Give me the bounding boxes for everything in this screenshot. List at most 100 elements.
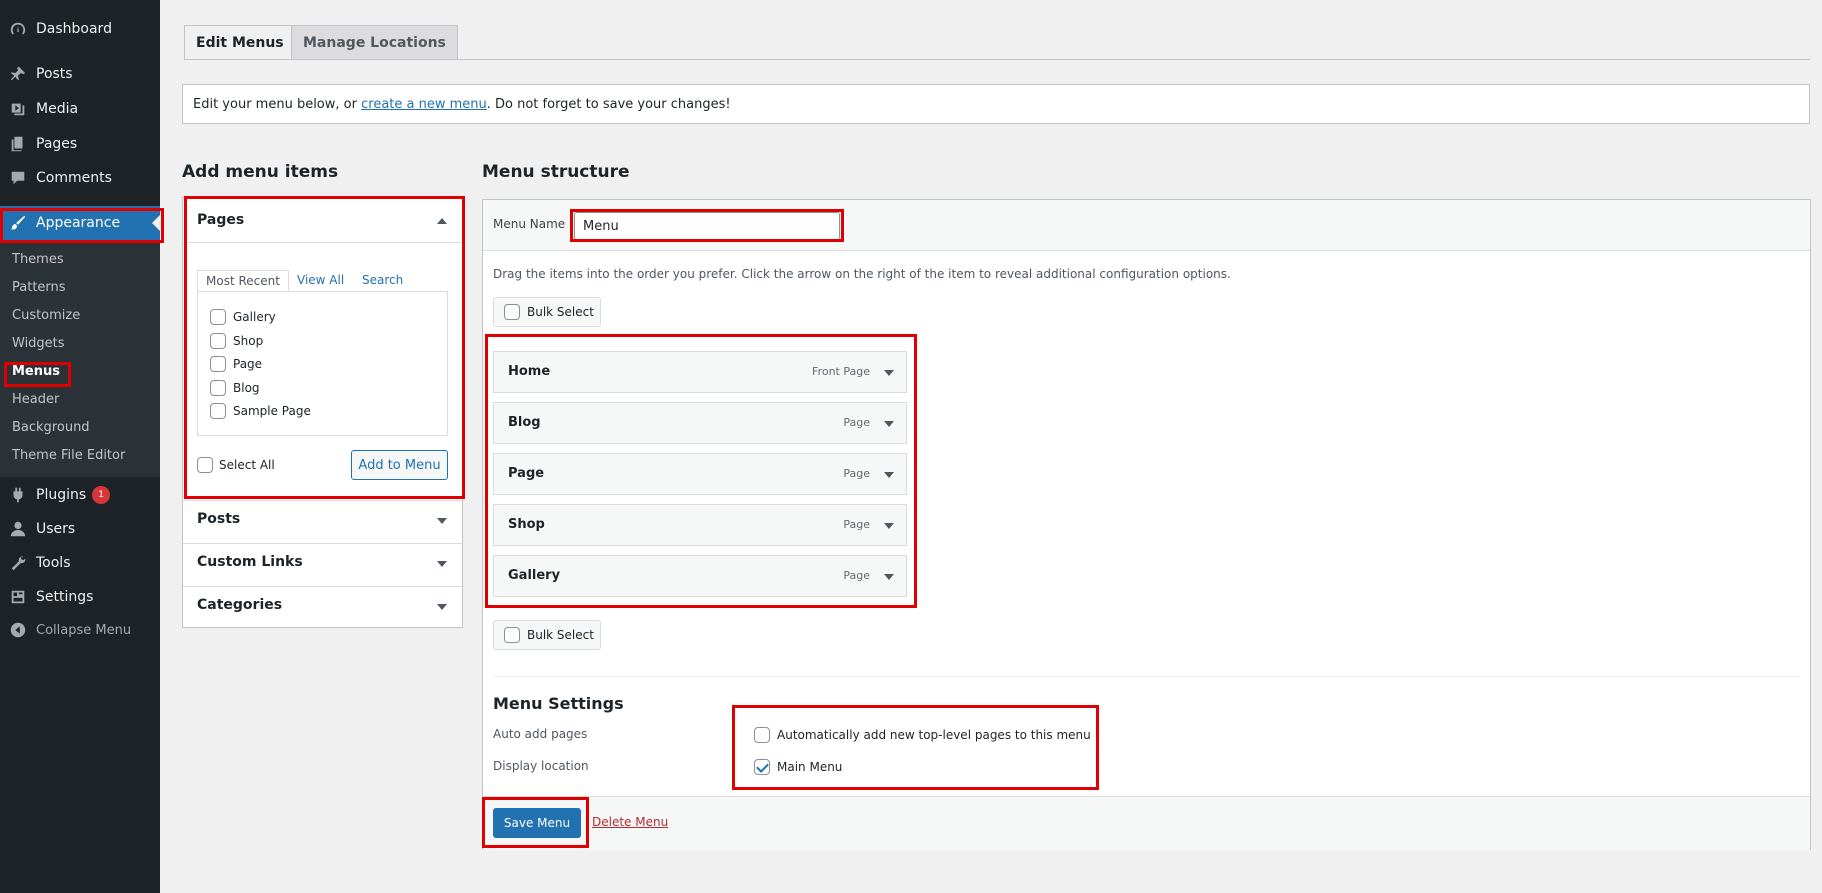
list-item: Blog — [233, 381, 260, 395]
media-icon — [9, 100, 27, 118]
create-new-menu-link[interactable]: create a new menu — [361, 97, 487, 112]
menu-name-label: Menu Name — [493, 217, 566, 231]
menu-item-title: Gallery — [508, 568, 561, 583]
tab-edit-menus[interactable]: Edit Menus — [184, 25, 296, 59]
submenu-item-menus[interactable]: Menus — [12, 360, 60, 384]
notice-text-after: . Do not forget to save your changes! — [486, 96, 731, 112]
select-all-checkbox[interactable] — [197, 457, 213, 473]
bulk-select-button-top[interactable]: Bulk Select — [493, 297, 601, 327]
sidebar-item-media[interactable]: Media — [0, 92, 160, 126]
menu-settings-heading: Menu Settings — [493, 694, 624, 713]
sidebar-item-label: Collapse Menu — [36, 622, 132, 638]
tab-view-all[interactable]: View All — [297, 273, 344, 287]
sidebar-item-label: Posts — [36, 66, 73, 82]
sidebar-item-label: Plugins — [36, 487, 87, 503]
auto-add-pages-checkbox[interactable] — [754, 727, 770, 743]
bulk-select-label: Bulk Select — [527, 305, 594, 319]
submenu-item-patterns[interactable]: Patterns — [12, 276, 66, 300]
menu-item-type: Page — [843, 467, 870, 480]
comment-icon — [9, 169, 27, 187]
sidebar-item-label: Tools — [36, 555, 71, 571]
menu-item-home[interactable]: Home Front Page — [493, 351, 907, 393]
save-menu-button[interactable]: Save Menu — [493, 808, 581, 838]
submenu-item-header[interactable]: Header — [12, 388, 59, 412]
pages-icon — [9, 135, 27, 153]
menu-item-title: Shop — [508, 517, 545, 532]
page-checkbox-shop[interactable] — [210, 333, 226, 349]
menu-item-shop[interactable]: Shop Page — [493, 504, 907, 546]
expand-arrow-icon[interactable] — [437, 604, 447, 610]
submenu-item-customize[interactable]: Customize — [12, 304, 80, 328]
bulk-select-checkbox[interactable] — [504, 304, 520, 320]
page-checkbox-blog[interactable] — [210, 380, 226, 396]
page-checkbox-gallery[interactable] — [210, 309, 226, 325]
expand-arrow-icon[interactable] — [884, 523, 894, 529]
expand-arrow-icon[interactable] — [884, 421, 894, 427]
submenu-item-theme-file-editor[interactable]: Theme File Editor — [12, 444, 125, 468]
page-checkbox-sample-page[interactable] — [210, 403, 226, 419]
submenu-item-widgets[interactable]: Widgets — [12, 332, 65, 356]
add-menu-items-heading: Add menu items — [182, 162, 339, 182]
dashboard-icon — [9, 20, 27, 38]
list-item: Sample Page — [233, 404, 311, 418]
tab-manage-locations[interactable]: Manage Locations — [291, 25, 458, 59]
expand-arrow-icon[interactable] — [437, 561, 447, 567]
custom-links-section-title[interactable]: Custom Links — [197, 554, 303, 570]
sidebar-item-settings[interactable]: Settings — [0, 580, 160, 614]
tab-divider — [184, 59, 1810, 60]
menu-instructions: Drag the items into the order you prefer… — [493, 267, 1231, 281]
menu-structure-heading: Menu structure — [482, 162, 630, 182]
posts-section-title[interactable]: Posts — [197, 511, 240, 527]
categories-section-title[interactable]: Categories — [197, 597, 282, 613]
sidebar-item-label: Dashboard — [36, 21, 112, 37]
bulk-select-label: Bulk Select — [527, 628, 594, 642]
main-menu-location-checkbox[interactable] — [754, 759, 770, 775]
settings-icon — [9, 588, 27, 606]
submenu-item-background[interactable]: Background — [12, 416, 90, 440]
collapse-arrow-icon[interactable] — [437, 218, 447, 224]
list-item: Page — [233, 357, 263, 371]
menu-name-input[interactable] — [574, 212, 840, 240]
page-checkbox-page[interactable] — [210, 356, 226, 372]
sidebar-item-tools[interactable]: Tools — [0, 546, 160, 580]
delete-menu-link[interactable]: Delete Menu — [592, 815, 668, 829]
menu-item-gallery[interactable]: Gallery Page — [493, 555, 907, 597]
sidebar-item-label: Appearance — [36, 215, 121, 231]
list-item: Gallery — [233, 310, 276, 324]
menu-item-blog[interactable]: Blog Page — [493, 402, 907, 444]
collapse-menu-button[interactable]: Collapse Menu — [0, 613, 160, 647]
menu-item-type: Page — [843, 416, 870, 429]
divider — [183, 543, 462, 544]
expand-arrow-icon[interactable] — [884, 574, 894, 580]
sidebar-item-users[interactable]: Users — [0, 512, 160, 546]
user-icon — [9, 520, 27, 538]
tab-search[interactable]: Search — [362, 273, 403, 287]
paintbrush-icon — [9, 214, 27, 232]
menu-item-page[interactable]: Page Page — [493, 453, 907, 495]
sidebar-item-pages[interactable]: Pages — [0, 127, 160, 161]
menu-item-type: Page — [843, 518, 870, 531]
edit-menu-notice: Edit your menu below, or create a new me… — [182, 84, 1810, 124]
pushpin-icon — [9, 65, 27, 83]
expand-arrow-icon[interactable] — [884, 472, 894, 478]
bulk-select-button-bottom[interactable]: Bulk Select — [493, 620, 601, 650]
divider — [183, 242, 462, 243]
sidebar-item-posts[interactable]: Posts — [0, 57, 160, 91]
expand-arrow-icon[interactable] — [884, 370, 894, 376]
menu-item-title: Page — [508, 466, 545, 481]
pages-section-title[interactable]: Pages — [197, 212, 244, 228]
sidebar-item-plugins[interactable]: Plugins 1 — [0, 478, 160, 512]
list-item: Shop — [233, 334, 264, 348]
wrench-icon — [9, 554, 27, 572]
admin-sidebar: Dashboard Posts Media Pages Comments App… — [0, 0, 160, 893]
sidebar-item-comments[interactable]: Comments — [0, 161, 160, 195]
tab-most-recent[interactable]: Most Recent — [197, 270, 289, 291]
sidebar-item-appearance[interactable]: Appearance — [0, 206, 160, 240]
pages-checklist: Gallery Shop Page Blog Sample Page — [197, 291, 448, 436]
sidebar-item-dashboard[interactable]: Dashboard — [0, 12, 160, 46]
submenu-item-themes[interactable]: Themes — [12, 248, 64, 272]
add-to-menu-button[interactable]: Add to Menu — [351, 450, 448, 480]
menu-item-title: Home — [508, 364, 551, 379]
expand-arrow-icon[interactable] — [437, 518, 447, 524]
bulk-select-checkbox[interactable] — [504, 627, 520, 643]
